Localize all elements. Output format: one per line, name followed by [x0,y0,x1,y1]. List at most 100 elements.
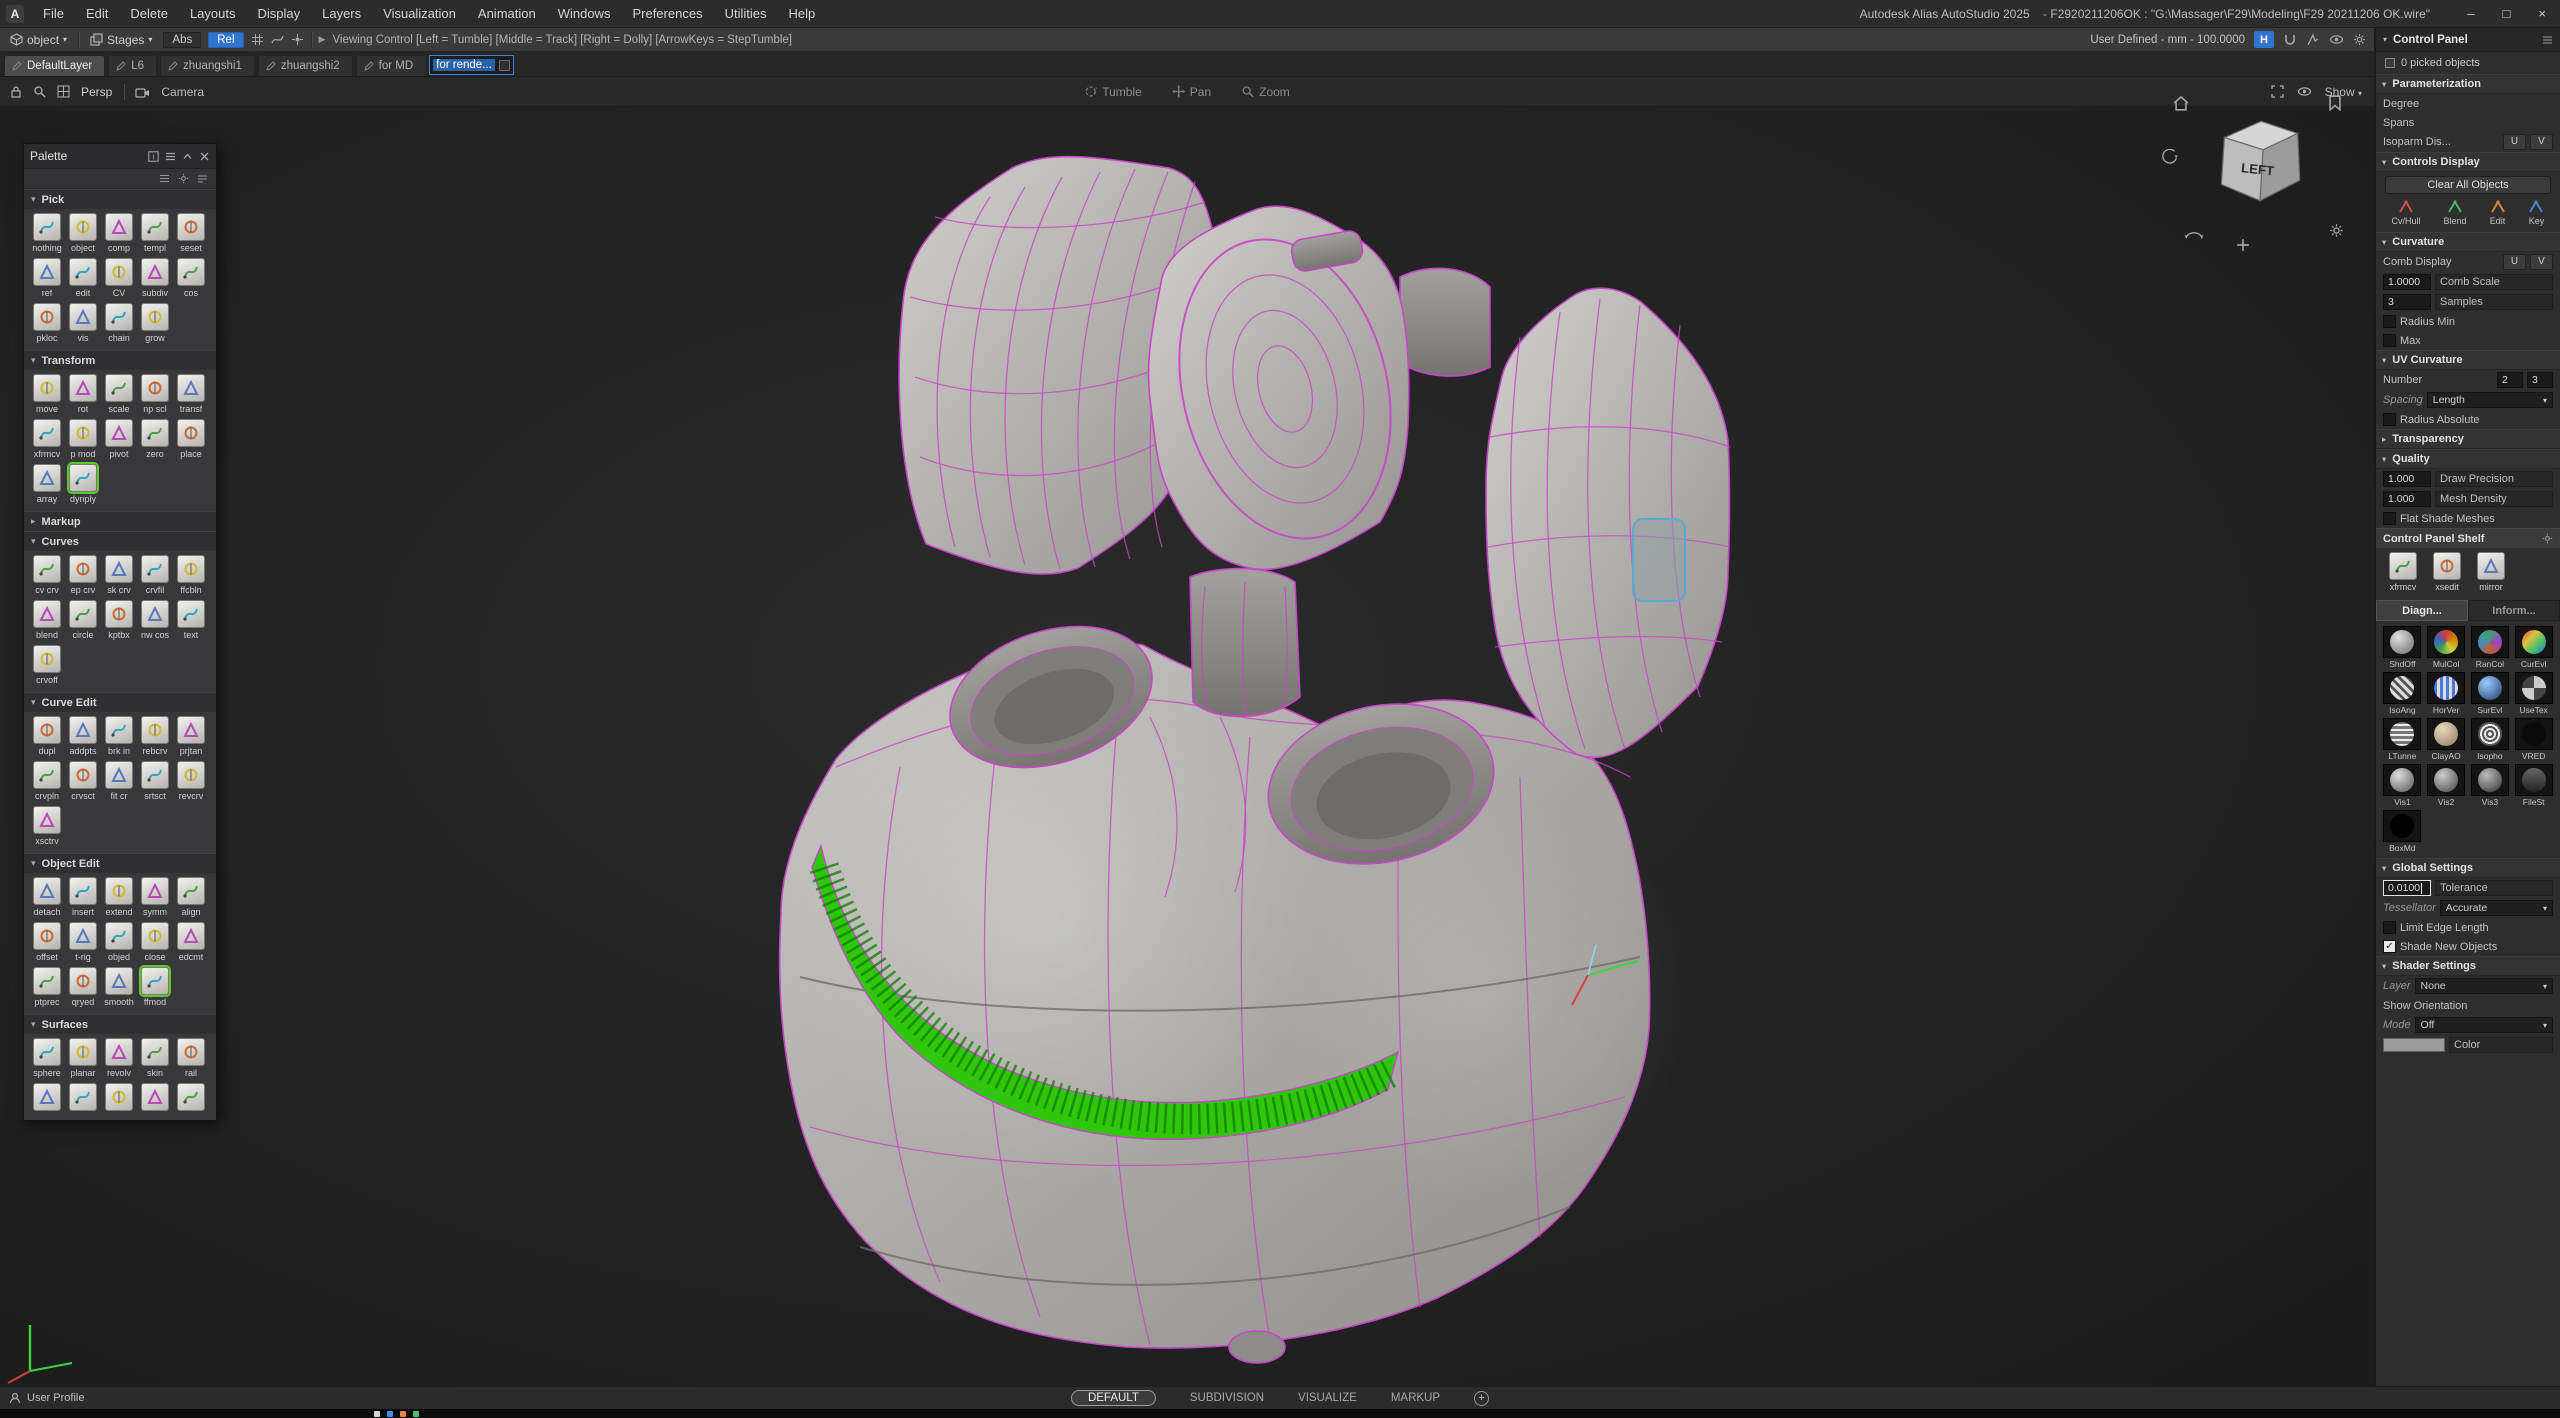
layer-tab-zhuangshi1[interactable]: zhuangshi1 [160,55,255,76]
list-view-icon[interactable] [165,151,176,162]
bookmark-icon[interactable] [2328,95,2342,116]
shelf-tool-xsedit[interactable]: xsedit [2429,552,2465,592]
spacing-dropdown[interactable]: Length▾ [2427,392,2553,408]
tool-skin[interactable]: skin [137,1038,173,1078]
shelf-tool-mirror[interactable]: mirror [2473,552,2509,592]
tool-zero[interactable]: zero [137,419,173,459]
shader-mode-dropdown[interactable]: Off▾ [2415,1017,2553,1033]
arrow-tool-icon[interactable] [2306,33,2320,47]
shade-new-objects-checkbox[interactable]: ✓ [2383,940,2396,953]
tool-transf[interactable]: transf [173,374,209,414]
menu-display[interactable]: Display [246,0,311,28]
tool-crvfil[interactable]: crvfil [137,555,173,595]
workspace-tab-markup[interactable]: MARKUP [1391,1392,1440,1404]
tool-ep-crv[interactable]: ep crv [65,555,101,595]
tool-rebcrv[interactable]: rebcrv [137,716,173,756]
stages-dropdown[interactable]: Stages▾ [86,32,156,48]
shader-horver[interactable]: HorVer [2426,672,2467,715]
shader-rancol[interactable]: RanCol [2470,626,2511,669]
collapse-icon[interactable] [182,151,193,162]
shader-clayao[interactable]: ClayAO [2426,718,2467,761]
tool-fit-cr[interactable]: fit cr [101,761,137,801]
shader-ltunne[interactable]: LTunne [2382,718,2423,761]
controls-display-cv-hull[interactable]: Cv/Hull [2391,200,2420,226]
clear-all-objects-button[interactable]: Clear All Objects [2385,176,2551,194]
tool-dupl[interactable]: dupl [29,716,65,756]
add-workspace-button[interactable]: + [1474,1391,1489,1406]
controls-display-blend[interactable]: Blend [2443,200,2466,226]
comb-scale-field[interactable]: 1.0000 [2383,274,2431,290]
tool-cos[interactable]: cos [173,258,209,298]
tool-text[interactable]: text [173,600,209,640]
shelf-gear-icon[interactable] [2542,533,2553,544]
point-snap-icon[interactable] [291,33,304,46]
viewcube-plus-icon[interactable] [2236,238,2250,257]
settings-icon[interactable] [2353,33,2366,46]
tool-align[interactable]: align [173,877,209,917]
tessellator-dropdown[interactable]: Accurate▾ [2440,900,2553,916]
tool-place[interactable]: place [173,419,209,459]
tool-surfaces-extra-9[interactable] [173,1083,209,1113]
radius-absolute-checkbox[interactable] [2383,413,2396,426]
section-uv-curvature[interactable]: ▾UV Curvature [2376,350,2560,370]
palette-section-markup[interactable]: ▸Markup [24,511,216,531]
limit-edge-checkbox[interactable] [2383,921,2396,934]
tool-scale[interactable]: scale [101,374,137,414]
tool-surfaces-extra-6[interactable] [65,1083,101,1113]
pick-object-dropdown[interactable]: object▾ [6,32,71,48]
tool-vis[interactable]: vis [65,303,101,343]
tool-detach[interactable]: detach [29,877,65,917]
tool-crvpln[interactable]: crvpln [29,761,65,801]
tool-object[interactable]: object [65,213,101,253]
taskbar-icon[interactable] [400,1411,406,1417]
tool-blend[interactable]: blend [29,600,65,640]
tool-p-mod[interactable]: p mod [65,419,101,459]
section-shader-settings[interactable]: ▾Shader Settings [2376,956,2560,976]
menu-windows[interactable]: Windows [547,0,622,28]
menu-visualization[interactable]: Visualization [372,0,467,28]
shader-vis2[interactable]: Vis2 [2426,764,2467,807]
tool-extend[interactable]: extend [101,877,137,917]
palette-section-curve-edit[interactable]: ▾Curve Edit [24,692,216,712]
menu-layouts[interactable]: Layouts [179,0,247,28]
tool-comp[interactable]: comp [101,213,137,253]
tool-surfaces-extra-7[interactable] [101,1083,137,1113]
view-name[interactable]: Persp [81,85,112,99]
tool-ffmod[interactable]: ffmod [137,967,173,1007]
tool-objed[interactable]: objed [101,922,137,962]
tool-sphere[interactable]: sphere [29,1038,65,1078]
tool-nw-cos[interactable]: nw cos [137,600,173,640]
tool-dynply[interactable]: dynply [65,464,101,504]
shader-usetex[interactable]: UseTex [2513,672,2554,715]
tab-diagn[interactable]: Diagn... [2376,600,2468,621]
isoparm-u-button[interactable]: U [2503,134,2526,150]
flat-shade-checkbox[interactable] [2383,512,2396,525]
tab-inform[interactable]: Inform... [2468,600,2560,621]
snap-magnet-icon[interactable] [2283,33,2297,47]
isoparm-v-button[interactable]: V [2530,134,2553,150]
tool-t-rig[interactable]: t-rig [65,922,101,962]
tool-pivot[interactable]: pivot [101,419,137,459]
palette-section-object-edit[interactable]: ▾Object Edit [24,853,216,873]
shader-mulcol[interactable]: MulCol [2426,626,2467,669]
tolerance-field[interactable]: 0.0100 [2383,880,2431,896]
taskbar-icon[interactable] [413,1411,419,1417]
tool-qryed[interactable]: qryed [65,967,101,1007]
curve-snap-icon[interactable] [271,33,284,46]
comb-u-button[interactable]: U [2503,254,2526,270]
palette-section-curves[interactable]: ▾Curves [24,531,216,551]
tool-grow[interactable]: grow [137,303,173,343]
panel-menu-icon[interactable] [2542,34,2553,45]
palette-menu-icon[interactable] [197,173,208,184]
palette-section-transform[interactable]: ▾Transform [24,350,216,370]
history-button[interactable]: H [2254,31,2274,48]
menu-animation[interactable]: Animation [467,0,547,28]
tool-xfrmcv[interactable]: xfrmcv [29,419,65,459]
uv-number-u-field[interactable]: 2 [2497,372,2523,388]
shader-filest[interactable]: FileSt [2513,764,2554,807]
comb-v-button[interactable]: V [2530,254,2553,270]
palette-section-surfaces[interactable]: ▾Surfaces [24,1014,216,1034]
tool-srtsct[interactable]: srtsct [137,761,173,801]
controls-display-edit[interactable]: Edit [2490,200,2506,226]
section-parameterization[interactable]: ▾Parameterization [2376,74,2560,94]
